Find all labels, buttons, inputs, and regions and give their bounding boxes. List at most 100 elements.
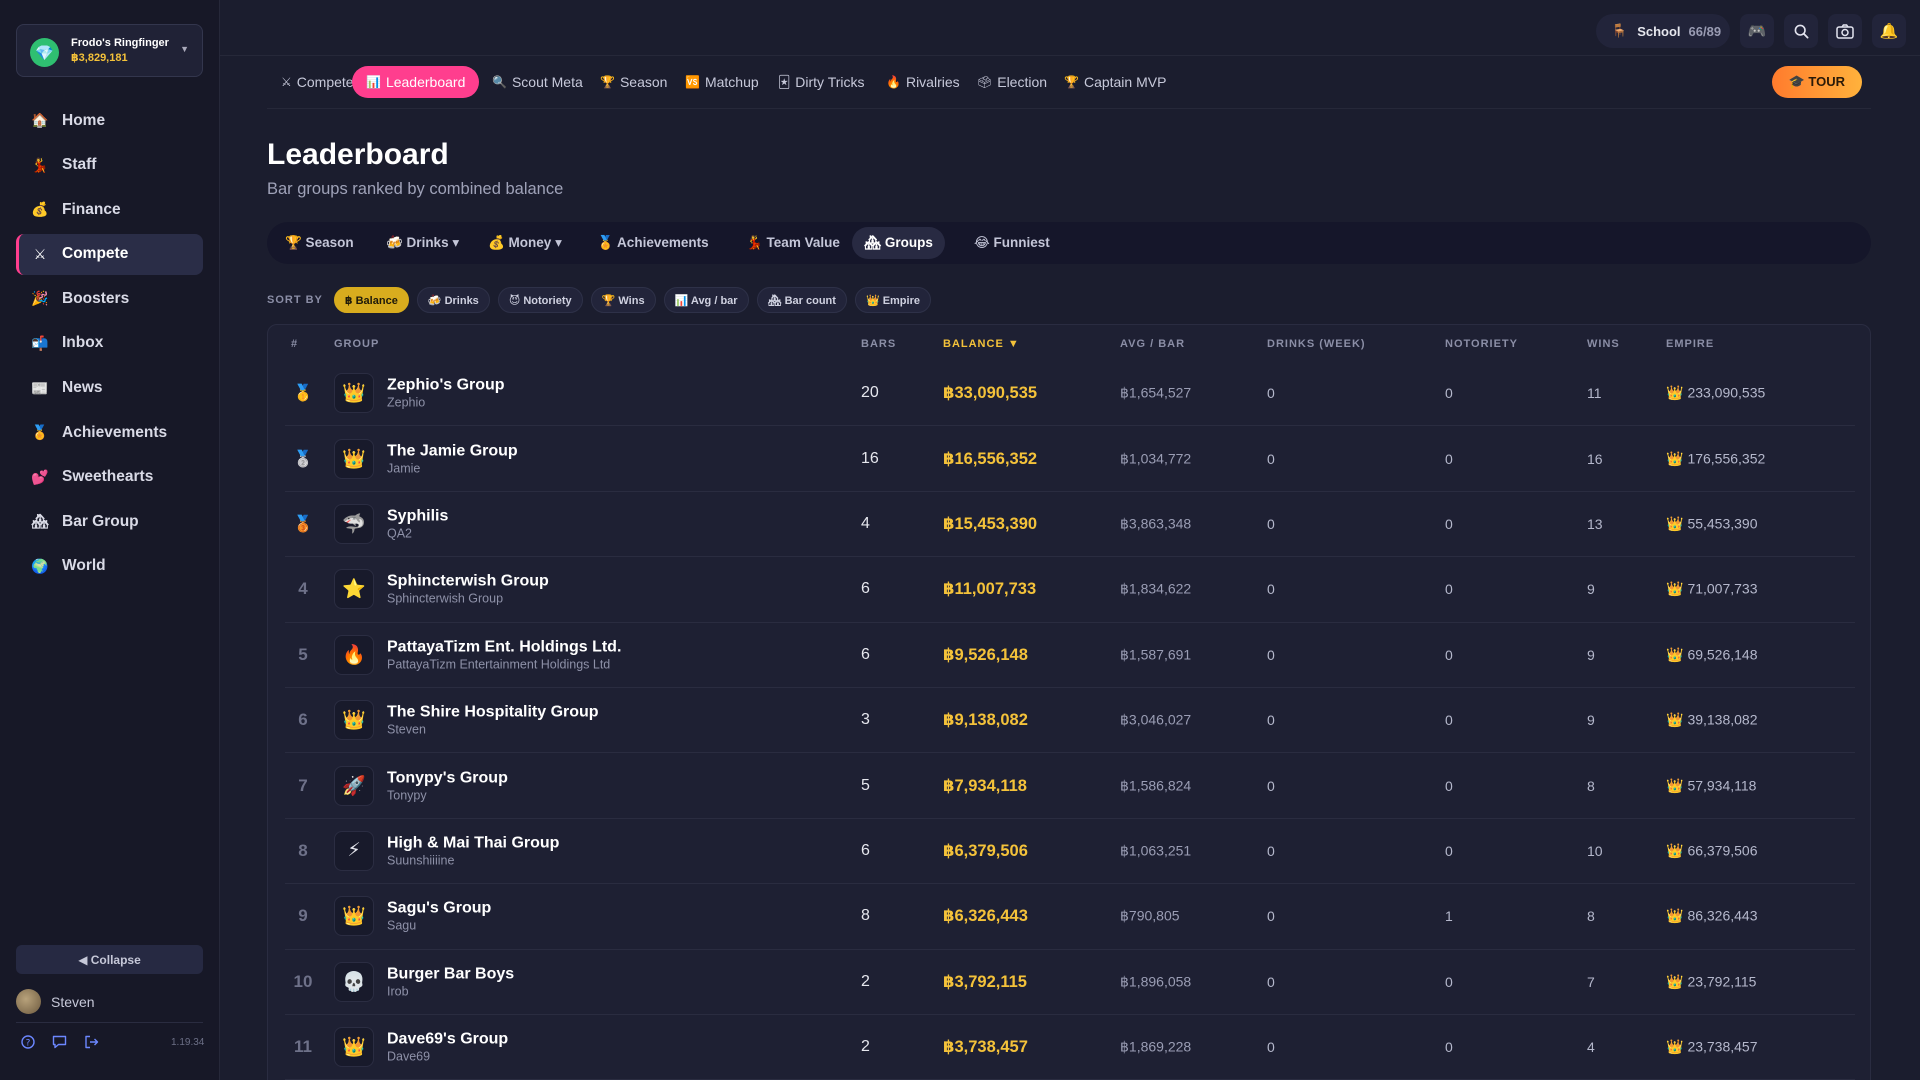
subtab-1[interactable]: 🍻 Drinks ▾	[374, 227, 471, 259]
chat-icon[interactable]	[52, 1035, 67, 1052]
bell-icon[interactable]: 🔔	[1872, 14, 1906, 48]
subtab-2[interactable]: 💰 Money ▾	[476, 227, 574, 259]
sidebar-item-label: Compete	[62, 245, 129, 263]
sort-chip-6[interactable]: 👑 Empire	[854, 287, 931, 313]
header-bars[interactable]: BARS	[861, 338, 896, 350]
table-row[interactable]: 6 👑 The Shire Hospitality Group Steven 3 ฿9,1…	[285, 688, 1855, 754]
logout-icon[interactable]	[84, 1035, 99, 1052]
search-icon[interactable]	[1784, 14, 1818, 48]
sidebar-item-home[interactable]: 🏠 Home	[16, 100, 203, 141]
tab-leaderboard[interactable]: 📊 Leaderboard	[352, 66, 480, 98]
tab-scout-meta[interactable]: 🔍 Scout Meta	[478, 66, 597, 98]
avg-bar-cell: ฿1,869,228	[1120, 1038, 1192, 1055]
header-balance[interactable]: BALANCE ▼	[943, 338, 1020, 350]
empire-value: 39,138,082	[1687, 711, 1758, 728]
balance-cell: ฿15,453,390	[943, 514, 1038, 533]
header-empire[interactable]: EMPIRE	[1666, 338, 1714, 350]
tab-rivalries[interactable]: 🔥 Rivalries	[872, 66, 974, 98]
sidebar-item-inbox[interactable]: 📬 Inbox	[16, 323, 203, 364]
subtab-4[interactable]: 💃 Team Value	[734, 227, 852, 259]
crown-icon: 👑	[1666, 515, 1684, 532]
avg-bar-cell: ฿1,063,251	[1120, 842, 1192, 859]
group-name-cell[interactable]: Sphincterwish Group Sphincterwish Group	[387, 573, 549, 606]
group-name-cell[interactable]: Syphilis QA2	[387, 507, 448, 540]
group-name-cell[interactable]: Burger Bar Boys Irob	[387, 965, 514, 998]
table-row[interactable]: 8 ⚡ High & Mai Thai Group Suunshiiiine 6 ฿6,3…	[285, 819, 1855, 885]
page-subtitle: Bar groups ranked by combined balance	[267, 180, 564, 198]
gamepad-icon[interactable]: 🎮	[1740, 14, 1774, 48]
account-balance: ฿3,829,181	[71, 52, 128, 64]
sidebar-item-staff[interactable]: 💃 Staff	[16, 145, 203, 186]
camera-icon[interactable]	[1828, 14, 1862, 48]
sidebar-item-news[interactable]: 📰 News	[16, 368, 203, 409]
wins-cell: 9	[1587, 712, 1595, 729]
tab-matchup[interactable]: 🆚 Matchup	[671, 66, 773, 98]
group-name-cell[interactable]: Sagu's Group Sagu	[387, 900, 491, 933]
avg-bar-cell: ฿1,586,824	[1120, 777, 1192, 794]
group-name-cell[interactable]: High & Mai Thai Group Suunshiiiine	[387, 834, 559, 867]
drinks-cell: 0	[1267, 646, 1275, 663]
tab-label: Matchup	[704, 74, 759, 90]
tab-label: Compete	[296, 74, 354, 90]
tab-captain-mvp[interactable]: 🏆 Captain MVP	[1050, 66, 1180, 98]
avatar	[16, 989, 41, 1014]
table-row[interactable]: 11 👑 Dave69's Group Dave69 2 ฿3,738,457 ฿1,869…	[285, 1015, 1855, 1080]
group-name-cell[interactable]: The Shire Hospitality Group Steven	[387, 704, 599, 737]
header-notoriety[interactable]: NOTORIETY	[1445, 338, 1518, 350]
sidebar-item-world[interactable]: 🌍 World	[16, 546, 203, 587]
sidebar-item-sweethearts[interactable]: 💕 Sweethearts	[16, 457, 203, 498]
subtab-0[interactable]: 🏆 Season	[273, 227, 366, 259]
empire-value: 66,379,506	[1687, 842, 1758, 859]
balance-cell: ฿33,090,535	[943, 384, 1038, 403]
sidebar-item-boosters[interactable]: 🎉 Boosters	[16, 278, 203, 319]
header-wins[interactable]: WINS	[1587, 338, 1620, 350]
account-switcher[interactable]: 💎 Frodo's Ringfinger ฿3,829,181 ▼	[16, 24, 203, 77]
header-drinks-week[interactable]: DRINKS (WEEK)	[1267, 338, 1366, 350]
subtab-5[interactable]: 🏘 Groups	[852, 227, 945, 259]
collapse-button[interactable]: ◀ Collapse	[16, 945, 203, 974]
group-name-cell[interactable]: PattayaTizm Ent. Holdings Ltd. PattayaTiz…	[387, 638, 621, 671]
table-row[interactable]: 10 💀 Burger Bar Boys Irob 2 ฿3,792,115 ฿1,896,…	[285, 950, 1855, 1015]
sidebar-item-finance[interactable]: 💰 Finance	[16, 189, 203, 230]
tab-dirty-tricks[interactable]: 🃏 Dirty Tricks	[764, 66, 879, 98]
sidebar-item-bar-group[interactable]: 🏘 Bar Group	[16, 501, 203, 542]
sidebar-nav: 🏠 Home 💃 Staff 💰 Finance ⚔ Compete 🎉 Boosters 📬 Inb…	[16, 100, 203, 591]
sort-chip-3[interactable]: 🏆 Wins	[590, 287, 656, 313]
school-label: School	[1637, 23, 1681, 39]
sort-chip-0[interactable]: ฿ Balance	[333, 287, 409, 313]
sidebar-item-achievements[interactable]: 🏅 Achievements	[16, 412, 203, 453]
rank-cell: 8	[298, 840, 308, 860]
table-row[interactable]: 4 ⭐ Sphincterwish Group Sphincterwish Group…	[285, 557, 1855, 623]
sort-chip-5[interactable]: 🏘 Bar count	[756, 287, 847, 313]
subtab-3[interactable]: 🏅 Achievements	[585, 227, 721, 259]
sort-chip-2[interactable]: 😈 Notoriety	[497, 287, 583, 313]
empire-cell: 👑 57,934,118	[1666, 777, 1756, 794]
group-name: The Jamie Group	[387, 442, 518, 460]
sort-chip-4[interactable]: 📊 Avg / bar	[663, 287, 749, 313]
table-row[interactable]: 🥉 🦈 Syphilis QA2 4 ฿15,453,390 ฿3,863,348 0 0 13 👑…	[285, 492, 1855, 558]
group-name-cell[interactable]: Dave69's Group Dave69	[387, 1031, 508, 1064]
table-row[interactable]: 7 🚀 Tonypy's Group Tonypy 5 ฿7,934,118 ฿1,586,…	[285, 753, 1855, 819]
help-icon[interactable]: ?	[21, 1035, 35, 1052]
group-name-cell[interactable]: The Jamie Group Jamie	[387, 442, 518, 475]
table-row[interactable]: 5 🔥 PattayaTizm Ent. Holdings Ltd. PattayaT…	[285, 623, 1855, 688]
sidebar-item-compete[interactable]: ⚔ Compete	[16, 233, 203, 275]
wins-cell: 4	[1587, 1039, 1595, 1056]
table-row[interactable]: 🥇 👑 Zephio's Group Zephio 20 ฿33,090,535 ฿1,65…	[285, 361, 1855, 427]
table-row[interactable]: 🥈 👑 The Jamie Group Jamie 16 ฿16,556,352 ฿1,03…	[285, 426, 1855, 492]
subtab-6[interactable]: 😂 Funniest	[962, 227, 1062, 259]
tour-button[interactable]: 🎓 TOUR	[1771, 66, 1862, 98]
header-avg-bar[interactable]: AVG / BAR	[1120, 338, 1185, 350]
user-profile[interactable]: Steven	[16, 989, 95, 1014]
rank-cell: 9	[298, 906, 308, 926]
bars-cell: 4	[861, 514, 870, 532]
group-name-cell[interactable]: Zephio's Group Zephio	[387, 377, 505, 410]
group-owner: PattayaTizm Entertainment Holdings Ltd	[387, 657, 611, 672]
school-button[interactable]: 🪑 School 66/89	[1596, 14, 1730, 48]
tab-election[interactable]: 🗳 Election	[963, 66, 1061, 98]
group-owner: Dave69	[387, 1049, 431, 1064]
group-name-cell[interactable]: Tonypy's Group Tonypy	[387, 769, 508, 802]
sort-chip-1[interactable]: 🍻 Drinks	[416, 287, 490, 313]
tab-season[interactable]: 🏆 Season	[586, 66, 681, 98]
table-row[interactable]: 9 👑 Sagu's Group Sagu 8 ฿6,326,443 ฿790,805 0 1 8…	[285, 884, 1855, 950]
